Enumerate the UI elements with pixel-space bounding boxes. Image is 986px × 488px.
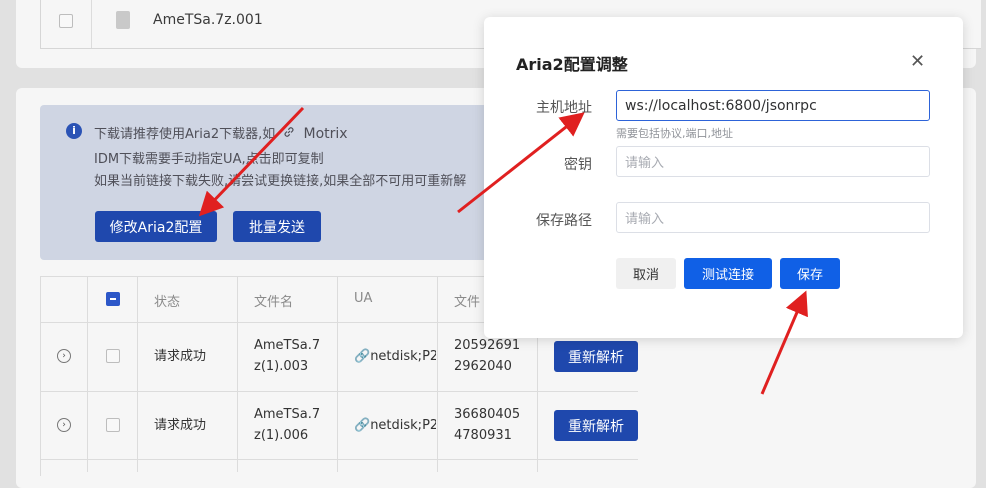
arrow-to-save [760,290,808,395]
arrow-to-edit-config [198,106,305,217]
annotation-arrows [198,106,808,395]
arrow-to-host-input [457,112,585,214]
